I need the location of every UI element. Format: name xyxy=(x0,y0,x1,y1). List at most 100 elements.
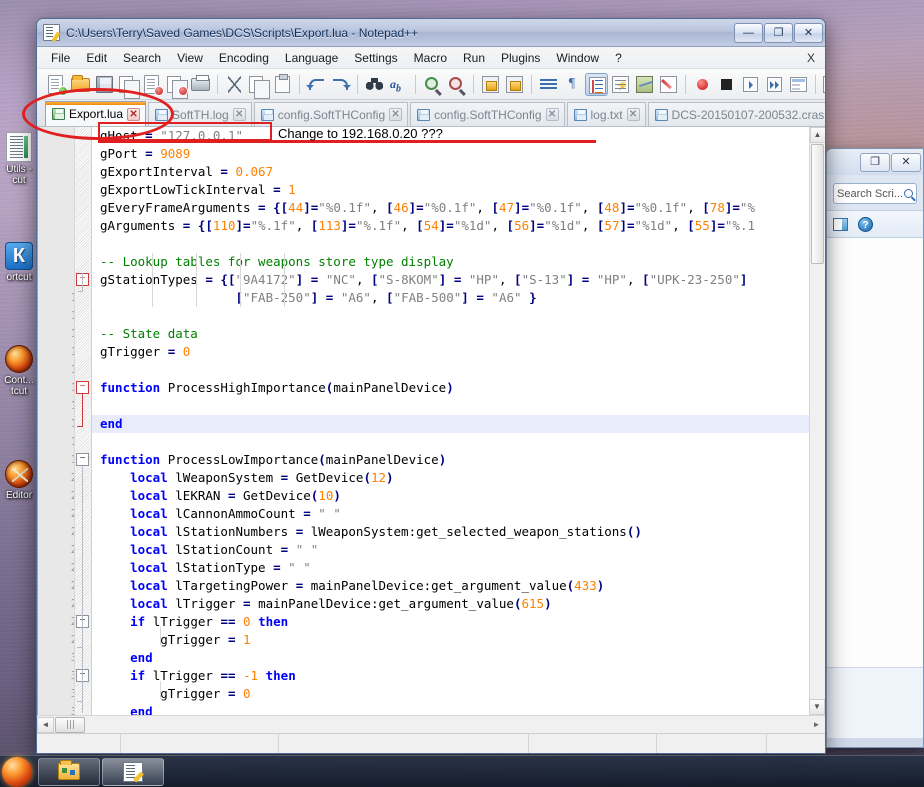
replace-button[interactable]: ab xyxy=(387,73,410,96)
menu-macro[interactable]: Macro xyxy=(406,49,455,67)
code-line[interactable] xyxy=(92,235,809,253)
start-recording-button[interactable] xyxy=(691,73,714,96)
tab-close-icon[interactable]: ✕ xyxy=(127,107,141,121)
bg-search-input[interactable]: Search Scri... xyxy=(833,183,917,204)
playback-button[interactable] xyxy=(739,73,762,96)
save-file-button[interactable] xyxy=(93,73,116,96)
code-line[interactable]: gExportLowTickInterval = 1 xyxy=(92,181,809,199)
code-line[interactable]: function ProcessHighImportance(mainPanel… xyxy=(92,379,809,397)
vertical-scrollbar[interactable]: ▲ xyxy=(809,127,825,715)
code-line[interactable]: if lTrigger == -1 then xyxy=(92,667,809,685)
taskbar[interactable] xyxy=(0,755,924,787)
code-line[interactable]: local lWeaponSystem = GetDevice(12) xyxy=(92,469,809,487)
menu-file[interactable]: File xyxy=(43,49,78,67)
code-line[interactable] xyxy=(92,307,809,325)
taskbar-item-explorer[interactable] xyxy=(38,757,100,786)
show-all-characters-button[interactable]: ¶ xyxy=(561,73,584,96)
menu-view[interactable]: View xyxy=(169,49,211,67)
vertical-scroll-thumb[interactable] xyxy=(811,144,824,264)
code-line[interactable]: local lStationCount = " " xyxy=(92,541,809,559)
code-line[interactable]: gExportInterval = 0.067 xyxy=(92,163,809,181)
show-wrap-symbol-button[interactable] xyxy=(609,73,632,96)
zoom-out-button[interactable] xyxy=(445,73,468,96)
save-macro-button[interactable] xyxy=(787,73,810,96)
minimize-button[interactable]: — xyxy=(734,22,763,43)
menu-run[interactable]: Run xyxy=(455,49,493,67)
code-line[interactable]: local lEKRAN = GetDevice(10) xyxy=(92,487,809,505)
menu-language[interactable]: Language xyxy=(277,49,346,67)
tab-close-icon[interactable]: ✕ xyxy=(232,108,246,121)
start-button-icon[interactable] xyxy=(2,756,32,787)
show-indent-guide-button[interactable] xyxy=(585,72,608,96)
close-button[interactable]: ✕ xyxy=(794,22,823,43)
code-line[interactable]: end xyxy=(92,415,809,433)
code-editor[interactable]: 1234567891011121314151617181920212223242… xyxy=(37,127,825,715)
paste-button[interactable] xyxy=(271,73,294,96)
preview-pane-icon[interactable] xyxy=(833,217,848,231)
fold-marker-line-15[interactable]: − xyxy=(76,381,89,394)
zoom-in-button[interactable] xyxy=(421,73,444,96)
find-button[interactable] xyxy=(363,73,386,96)
code-line[interactable]: -- State data xyxy=(92,325,809,343)
menu-help[interactable]: ? xyxy=(607,49,630,67)
open-file-button[interactable] xyxy=(69,73,92,96)
scroll-left-icon[interactable]: ◄ xyxy=(37,716,54,733)
code-line[interactable]: gStationTypes = {["9A4172"] = "NC", ["S-… xyxy=(92,271,809,289)
run-dsl-button[interactable]: DS xyxy=(821,73,825,96)
code-line[interactable]: if lTrigger == 0 then xyxy=(92,613,809,631)
code-line[interactable]: local lStationType = " " xyxy=(92,559,809,577)
code-line[interactable] xyxy=(92,397,809,415)
copy-button[interactable] xyxy=(247,73,270,99)
undo-button[interactable] xyxy=(305,73,328,96)
code-line[interactable]: gTrigger = 0 xyxy=(92,685,809,703)
sync-horizontal-scroll-button[interactable] xyxy=(503,73,526,96)
menu-window[interactable]: Window xyxy=(548,49,607,67)
menu-edit[interactable]: Edit xyxy=(78,49,115,67)
close-all-button[interactable] xyxy=(165,73,188,99)
taskbar-item-notepad-plus-plus[interactable] xyxy=(102,757,164,786)
code-line[interactable]: gTrigger = 0 xyxy=(92,343,809,361)
fold-margin[interactable]: − − − − − xyxy=(74,127,91,715)
print-button[interactable] xyxy=(189,73,212,96)
redo-button[interactable] xyxy=(329,73,352,96)
code-line[interactable] xyxy=(92,433,809,451)
tab-config-softthconfig-2[interactable]: config.SoftTHConfig ✕ xyxy=(410,102,565,126)
notepad-plus-plus-window[interactable]: C:\Users\Terry\Saved Games\DCS\Scripts\E… xyxy=(36,18,826,754)
menu-settings[interactable]: Settings xyxy=(346,49,405,67)
tab-softth-log[interactable]: SoftTH.log ✕ xyxy=(148,102,252,126)
document-map-button[interactable] xyxy=(633,73,656,96)
code-line[interactable]: gArguments = {[110]="%.1f", [113]="%.1f"… xyxy=(92,217,809,235)
menu-encoding[interactable]: Encoding xyxy=(211,49,277,67)
new-file-button[interactable] xyxy=(45,73,68,96)
desktop-icon-shortcut[interactable]: К ortcut xyxy=(0,242,38,283)
titlebar[interactable]: C:\Users\Terry\Saved Games\DCS\Scripts\E… xyxy=(37,19,825,47)
scroll-down-icon[interactable]: ▼ xyxy=(809,699,825,715)
tab-config-softthconfig-1[interactable]: config.SoftTHConfig ✕ xyxy=(253,102,409,126)
user-defined-dialog-button[interactable] xyxy=(657,73,680,96)
code-line[interactable]: end xyxy=(92,703,809,715)
bg-maximize-button[interactable]: ❐ xyxy=(860,152,890,172)
document-tabbar[interactable]: Export.lua ✕ SoftTH.log ✕ config.SoftTHC… xyxy=(37,100,825,127)
scroll-right-icon[interactable]: ► xyxy=(808,720,825,729)
scroll-up-icon[interactable]: ▲ xyxy=(809,127,825,143)
code-line[interactable]: gEveryFrameArguments = {[44]="%0.1f", [4… xyxy=(92,199,809,217)
code-line[interactable]: local lStationNumbers = lWeaponSystem:ge… xyxy=(92,523,809,541)
word-wrap-button[interactable] xyxy=(537,73,560,96)
code-line[interactable]: gTrigger = 1 xyxy=(92,631,809,649)
maximize-button[interactable]: ❐ xyxy=(764,22,793,43)
code-line[interactable] xyxy=(92,361,809,379)
code-text-area[interactable]: gHost = "127.0.0.1" gPort = 9089 gExportIn… xyxy=(92,127,809,715)
toolbar[interactable]: ab ¶ DS » xyxy=(37,69,825,100)
code-line[interactable]: local lTrigger = mainPanelDevice:get_arg… xyxy=(92,595,809,613)
help-icon[interactable]: ? xyxy=(858,216,873,232)
horizontal-scroll-thumb[interactable] xyxy=(55,716,85,733)
code-line[interactable]: ["FAB-250"] = "A6", ["FAB-500"] = "A6" } xyxy=(92,289,809,307)
tab-dcs-crash[interactable]: DCS-20150107-200532.crash ✕ xyxy=(647,102,825,126)
close-file-button[interactable] xyxy=(141,73,164,96)
desktop-icon-control[interactable]: Cont... tcut xyxy=(0,345,38,397)
bg-close-button[interactable]: ✕ xyxy=(891,152,921,172)
close-document-button[interactable]: X xyxy=(797,49,825,67)
desktop-icon-editor[interactable]: Editor xyxy=(0,460,38,501)
tab-export-lua[interactable]: Export.lua ✕ xyxy=(45,101,147,126)
code-line[interactable]: function ProcessLowImportance(mainPanelD… xyxy=(92,451,809,469)
